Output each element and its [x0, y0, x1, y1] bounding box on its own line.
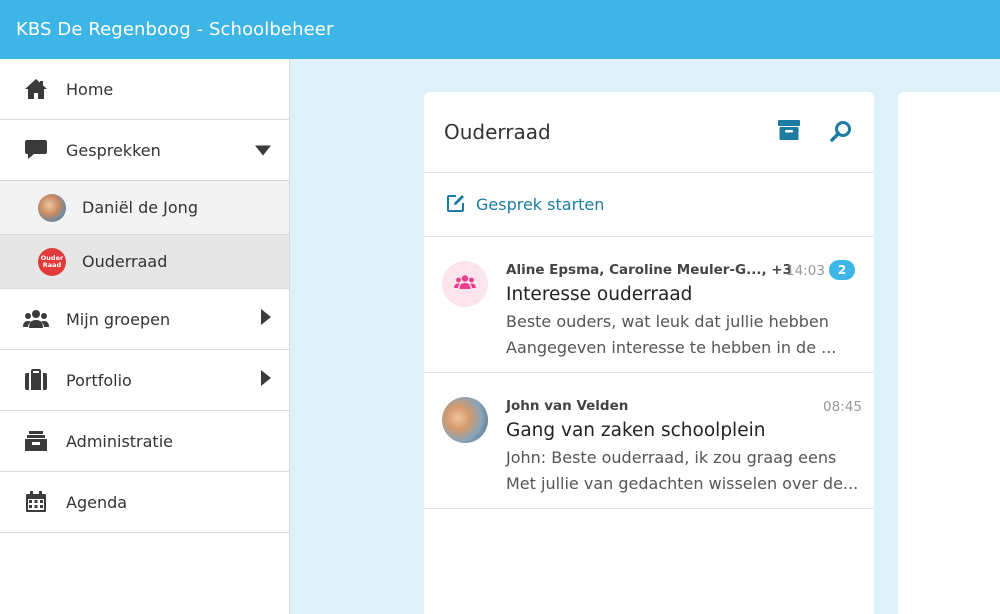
chevron-down-icon[interactable] — [255, 141, 271, 160]
groups-icon — [0, 308, 66, 330]
sidebar-subitem-label: Daniël de Jong — [82, 198, 198, 217]
ouderraad-logo: Ouder Raad — [38, 247, 66, 276]
logo-text-2: Raad — [42, 260, 62, 269]
sidebar-item-label: Mijn groepen — [66, 309, 171, 329]
detail-panel — [898, 92, 1000, 614]
sidebar-item-portfolio[interactable]: Portfolio — [0, 350, 289, 411]
sidebar-item-mijn-groepen[interactable]: Mijn groepen — [0, 289, 289, 350]
search-icon[interactable] — [830, 120, 852, 146]
conversation-subject: Gang van zaken schoolplein — [506, 420, 766, 441]
conversation-subject: Interesse ouderraad — [506, 284, 693, 305]
sidebar: Home Gesprekken Daniël de Jong Ouder Raa… — [0, 59, 290, 614]
list-item[interactable]: Aline Epsma, Caroline Meuler-G..., +3 14… — [424, 237, 874, 373]
sidebar-item-gesprekken[interactable]: Gesprekken — [0, 120, 289, 181]
start-conversation-label: Gesprek starten — [476, 195, 605, 214]
message-preview-line-2: Met jullie van gedachten wisselen over d… — [506, 474, 859, 493]
sidebar-item-label: Gesprekken — [66, 140, 161, 160]
message-preview-line-1: Beste ouders, wat leuk dat jullie hebben — [506, 312, 829, 331]
group-avatar — [442, 261, 488, 307]
compose-icon — [446, 193, 466, 217]
conversation-list-panel: Ouderraad Gesprek starten Aline Epsma, C… — [424, 92, 874, 614]
panel-title: Ouderraad — [444, 120, 551, 144]
sidebar-subitem-label: Ouderraad — [82, 252, 168, 271]
sidebar-subitem-ouderraad[interactable]: Ouder Raad Ouderraad — [0, 235, 289, 289]
chevron-right-icon[interactable] — [261, 309, 271, 329]
sidebar-item-label: Home — [66, 79, 114, 99]
avatar — [442, 397, 488, 443]
sidebar-item-home[interactable]: Home — [0, 59, 289, 120]
group-icon — [454, 274, 476, 294]
participants: John van Velden — [506, 398, 629, 414]
timestamp: 08:45 — [823, 399, 862, 415]
sidebar-subitem-daniel[interactable]: Daniël de Jong — [0, 181, 289, 235]
archive-icon[interactable] — [778, 120, 800, 144]
avatar — [38, 193, 66, 222]
list-item[interactable]: John van Velden 08:45 Gang van zaken sch… — [424, 373, 874, 509]
participants: Aline Epsma, Caroline Meuler-G..., +3 — [506, 262, 793, 278]
start-conversation-button[interactable]: Gesprek starten — [424, 173, 874, 237]
panel-header: Ouderraad — [424, 92, 874, 173]
sidebar-item-label: Administratie — [66, 431, 173, 451]
home-icon — [0, 78, 66, 100]
unread-badge: 2 — [829, 260, 855, 280]
chat-icon — [0, 139, 66, 161]
chevron-right-icon[interactable] — [261, 370, 271, 390]
calendar-icon — [0, 491, 66, 513]
app-title: KBS De Regenboog - Schoolbeheer — [16, 19, 334, 40]
sidebar-item-administratie[interactable]: Administratie — [0, 411, 289, 472]
sidebar-item-agenda[interactable]: Agenda — [0, 472, 289, 533]
timestamp: 14:03 — [786, 263, 825, 279]
administration-icon — [0, 430, 66, 452]
portfolio-icon — [0, 369, 66, 391]
message-preview-line-1: John: Beste ouderraad, ik zou graag eens — [506, 448, 837, 467]
sidebar-item-label: Portfolio — [66, 370, 132, 390]
app-header: KBS De Regenboog - Schoolbeheer — [0, 0, 1000, 59]
message-preview-line-2: Aangegeven interesse te hebben in de ... — [506, 338, 837, 357]
sidebar-item-label: Agenda — [66, 492, 128, 512]
